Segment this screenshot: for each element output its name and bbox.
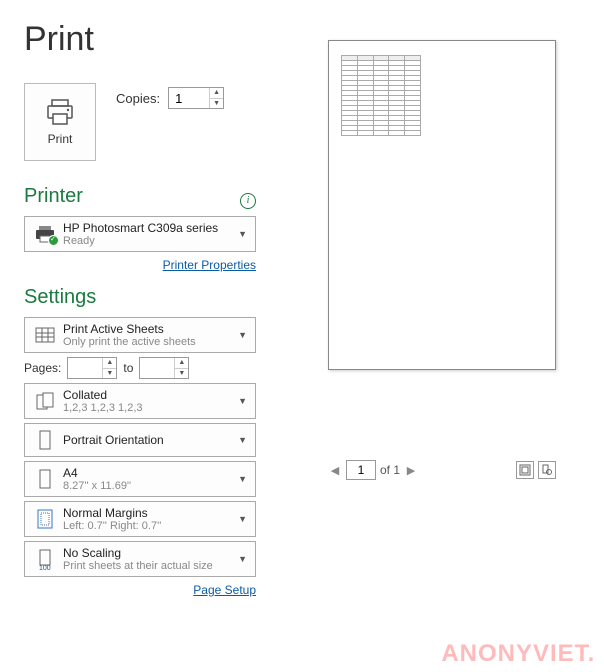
margins-dropdown[interactable]: Normal Margins Left: 0.7'' Right: 0.7'' … — [24, 501, 256, 537]
chevron-down-icon: ▼ — [236, 330, 249, 340]
page-title: Print — [24, 20, 256, 59]
printer-properties-link[interactable]: Printer Properties — [163, 258, 256, 272]
printer-dropdown[interactable]: HP Photosmart C309a series Ready ▼ — [24, 216, 256, 252]
portrait-icon — [31, 428, 59, 452]
zoom-to-page-button[interactable] — [538, 461, 556, 479]
collated-icon — [31, 389, 59, 413]
printer-section-title: Printer — [24, 185, 83, 208]
paper-size-dropdown[interactable]: A4 8.27'' x 11.69'' ▼ — [24, 461, 256, 497]
show-margins-button[interactable] — [516, 461, 534, 479]
orientation-dropdown[interactable]: Portrait Orientation ▼ — [24, 423, 256, 457]
pages-from-input[interactable] — [68, 358, 102, 378]
settings-section-title: Settings — [24, 286, 256, 309]
print-scope-dropdown[interactable]: Print Active Sheets Only print the activ… — [24, 317, 256, 353]
prev-page-button[interactable]: ◀ — [328, 463, 342, 477]
printer-icon — [44, 98, 76, 126]
copies-down[interactable]: ▼ — [210, 99, 223, 109]
printer-ready-badge — [48, 235, 59, 246]
pages-to-label: to — [123, 361, 133, 375]
page-of-label: of 1 — [380, 463, 400, 477]
paper-icon — [31, 467, 59, 491]
pages-label: Pages: — [24, 361, 61, 375]
printer-device-icon — [33, 224, 57, 244]
preview-nav: ◀ of 1 ▶ — [328, 460, 556, 480]
margins-icon — [31, 507, 59, 531]
copies-spinner[interactable]: ▲ ▼ — [168, 87, 224, 109]
chevron-down-icon: ▼ — [236, 554, 249, 564]
chevron-down-icon: ▼ — [236, 474, 249, 484]
print-preview — [328, 40, 556, 370]
printer-name: HP Photosmart C309a series — [63, 221, 236, 235]
info-icon[interactable]: i — [240, 193, 256, 209]
page-number-input[interactable] — [346, 460, 376, 480]
print-button[interactable]: Print — [24, 83, 96, 161]
pages-to-spinner[interactable]: ▲▼ — [139, 357, 189, 379]
printer-status-text: Ready — [63, 235, 236, 247]
page-setup-link[interactable]: Page Setup — [193, 583, 256, 597]
svg-text:100: 100 — [39, 565, 51, 571]
copies-up[interactable]: ▲ — [210, 88, 223, 99]
copies-label: Copies: — [116, 91, 160, 106]
scaling-icon: 100 — [31, 547, 59, 571]
pages-to-input[interactable] — [140, 358, 174, 378]
print-button-label: Print — [48, 132, 73, 146]
collation-dropdown[interactable]: Collated 1,2,3 1,2,3 1,2,3 ▼ — [24, 383, 256, 419]
chevron-down-icon: ▼ — [236, 396, 249, 406]
copies-input[interactable] — [169, 88, 209, 108]
pages-from-spinner[interactable]: ▲▼ — [67, 357, 117, 379]
chevron-down-icon: ▼ — [236, 514, 249, 524]
next-page-button[interactable]: ▶ — [404, 463, 418, 477]
preview-mini-table — [341, 55, 421, 136]
watermark: ANONYVIET. M — [441, 640, 604, 668]
scaling-dropdown[interactable]: 100 No Scaling Print sheets at their act… — [24, 541, 256, 577]
chevron-down-icon: ▼ — [236, 435, 249, 445]
sheets-icon — [31, 323, 59, 347]
chevron-down-icon: ▼ — [236, 229, 249, 239]
